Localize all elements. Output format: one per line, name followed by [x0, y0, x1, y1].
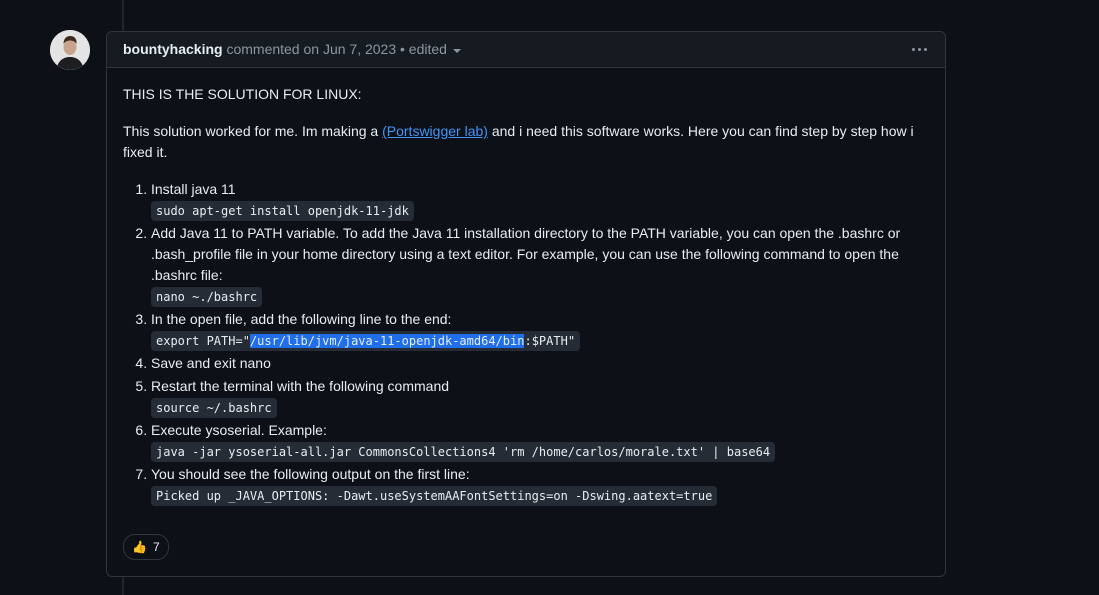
list-item: Restart the terminal with the following …: [151, 376, 929, 418]
intro-text: THIS IS THE SOLUTION FOR LINUX:: [123, 86, 362, 102]
code-snippet: sudo apt-get install openjdk-11-jdk: [151, 201, 414, 221]
list-item: In the open file, add the following line…: [151, 309, 929, 351]
comment-box: bountyhacking commented on Jun 7, 2023 •…: [106, 31, 946, 577]
description-paragraph: This solution worked for me. Im making a…: [123, 123, 914, 160]
chevron-down-icon[interactable]: [452, 49, 461, 54]
comment-meta[interactable]: commented on Jun 7, 2023: [226, 41, 396, 57]
avatar[interactable]: [50, 30, 90, 70]
list-item: Install java 11 sudo apt-get install ope…: [151, 179, 929, 221]
avatar-photo: [50, 30, 90, 70]
code-snippet: java -jar ysoserial-all.jar CommonsColle…: [151, 442, 776, 462]
comment-author[interactable]: bountyhacking: [123, 41, 223, 57]
code-snippet: export PATH="/usr/lib/jvm/java-11-openjd…: [151, 331, 581, 351]
reaction-count: 7: [152, 540, 160, 554]
thumbs-up-icon: 👍: [132, 540, 147, 554]
list-item: Save and exit nano: [151, 353, 929, 374]
list-item: You should see the following output on t…: [151, 464, 929, 506]
kebab-icon[interactable]: [912, 48, 927, 51]
comment-header: bountyhacking commented on Jun 7, 2023 •…: [107, 32, 945, 68]
portswigger-link[interactable]: (Portswigger lab): [382, 123, 488, 139]
selected-text: /usr/lib/jvm/java-11-openjdk-amd64/bin: [249, 334, 525, 348]
code-snippet: Picked up _JAVA_OPTIONS: -Dawt.useSystem…: [151, 486, 718, 506]
list-item: Execute ysoserial. Example: java -jar ys…: [151, 420, 929, 462]
code-snippet: nano ~./bashrc: [151, 287, 263, 307]
list-item: Add Java 11 to PATH variable. To add the…: [151, 223, 929, 307]
edited-label[interactable]: • edited: [400, 41, 447, 57]
comment-body: THIS IS THE SOLUTION FOR LINUX: This sol…: [107, 68, 945, 506]
steps-list: Install java 11 sudo apt-get install ope…: [123, 179, 929, 506]
code-snippet: source ~/.bashrc: [151, 398, 277, 418]
reaction-button[interactable]: 👍 7: [123, 534, 169, 560]
